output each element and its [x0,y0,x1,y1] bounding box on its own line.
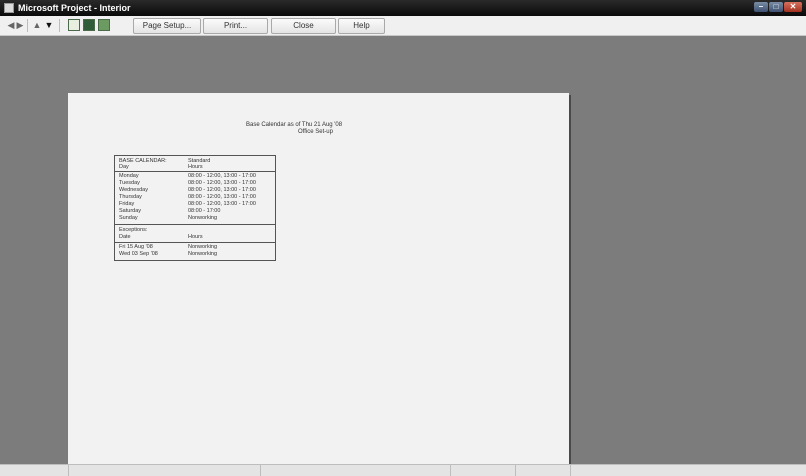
status-divider [260,465,261,476]
hours-cell: Nonworking [188,215,218,221]
next-page-icon[interactable]: ▶ [16,19,24,32]
hours-column-header: Hours [188,164,203,170]
day-cell: Friday [119,201,135,207]
status-divider [68,465,69,476]
status-divider [450,465,451,476]
table-divider [115,242,275,243]
status-divider [570,465,571,476]
report-subtitle: Office Set-up [298,129,333,135]
day-cell: Sunday [119,215,138,221]
down-icon[interactable]: ▼ [44,19,54,32]
exceptions-label: Exceptions: [119,227,148,233]
day-cell: Wednesday [119,187,148,193]
day-column-header: Day [119,164,129,170]
hours-cell: 08:00 - 12:00, 13:00 - 17:00 [188,194,256,200]
prev-page-icon[interactable]: ◀ [7,19,15,32]
multi-page-icon[interactable] [98,19,110,31]
status-bar [0,464,806,476]
app-icon [4,3,14,13]
day-cell: Monday [119,173,139,179]
day-cell: Saturday [119,208,142,214]
report-title: Base Calendar as of Thu 21 Aug '08 [246,122,343,128]
window-controls: – □ ✕ [753,2,802,14]
table-divider [115,171,275,172]
hours-cell: 08:00 - 17:00 [188,208,221,214]
close-window-button[interactable]: ✕ [784,2,802,12]
window-title: Microsoft Project - Interior [18,3,131,13]
title-bar: Microsoft Project - Interior – □ ✕ [0,0,806,16]
exception-hours-cell: Nonworking [188,251,218,257]
toolbar-separator [59,19,60,32]
table-divider [115,224,275,225]
print-preview-toolbar: ◀ ▶ ▲ ▼ Page Setup... Print... Close Hel… [0,16,806,36]
zoom-icon[interactable] [68,19,80,31]
print-preview-page [68,93,569,464]
page-setup-button[interactable]: Page Setup... [133,18,201,34]
one-page-icon[interactable] [83,19,95,31]
exception-date-cell: Wed 03 Sep '08 [119,251,158,257]
hours-cell: 08:00 - 12:00, 13:00 - 17:00 [188,180,256,186]
help-button[interactable]: Help [338,18,385,34]
exceptions-hours-header: Hours [188,234,203,240]
maximize-button[interactable]: □ [769,2,783,12]
day-cell: Tuesday [119,180,140,186]
hours-cell: 08:00 - 12:00, 13:00 - 17:00 [188,173,256,179]
toolbar-separator [27,19,28,32]
exceptions-date-header: Date [119,234,131,240]
status-divider [515,465,516,476]
base-calendar-table: BASE CALENDAR: Standard Day Hours Monday… [114,155,276,261]
minimize-button[interactable]: – [754,2,768,12]
up-icon[interactable]: ▲ [32,19,42,32]
close-button[interactable]: Close [271,18,336,34]
print-button[interactable]: Print... [203,18,268,34]
hours-cell: 08:00 - 12:00, 13:00 - 17:00 [188,187,256,193]
hours-cell: 08:00 - 12:00, 13:00 - 17:00 [188,201,256,207]
exception-hours-cell: Nonworking [188,244,218,250]
exception-date-cell: Fri 15 Aug '08 [119,244,153,250]
day-cell: Thursday [119,194,142,200]
